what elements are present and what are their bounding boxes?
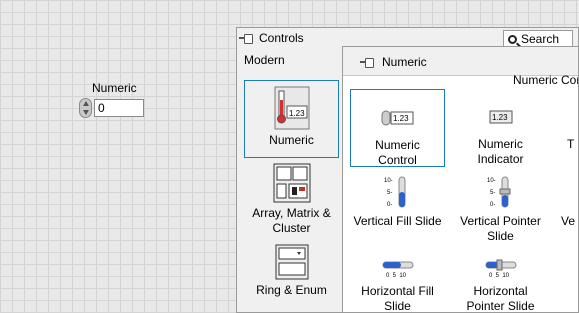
controls-palette-title: Controls bbox=[239, 31, 304, 45]
palette-item-array-matrix-cluster[interactable]: Array, Matrix & Cluster bbox=[244, 163, 339, 236]
svg-text:0 5 10: 0 5 10 bbox=[489, 273, 510, 279]
controls-title-text: Controls bbox=[259, 31, 304, 45]
palette-item-ring-label: Ring & Enum bbox=[256, 283, 327, 297]
palette-item-numeric-label: Numeric bbox=[269, 133, 314, 147]
palette-item-vertical-pointer-slide[interactable]: 10- 5- 0- Vertical Pointer Slide bbox=[453, 175, 548, 244]
search-label: Search bbox=[521, 32, 560, 46]
svg-text:1.23: 1.23 bbox=[492, 113, 508, 122]
svg-text:1.23: 1.23 bbox=[393, 114, 409, 123]
svg-text:5-: 5- bbox=[387, 190, 392, 196]
increment-arrow-icon[interactable] bbox=[83, 101, 89, 106]
vertical-pointer-slide-label: Vertical Pointer Slide bbox=[460, 214, 541, 243]
horizontal-fill-slide-icon: 0 5 10 bbox=[382, 261, 413, 279]
horizontal-pointer-slide-icon: 0 5 10 bbox=[485, 259, 516, 279]
numeric-subpalette-title-text: Numeric bbox=[382, 55, 427, 69]
numeric-indicator-icon: 1.23 bbox=[489, 110, 512, 124]
palette-item-horizontal-fill-slide[interactable]: 0 5 10 Horizontal Fill Slide bbox=[350, 259, 445, 313]
palette-item-numeric[interactable]: 1.23 Numeric bbox=[244, 80, 339, 158]
numeric-subpalette: Numeric Numeric Cor 1.23 Numeric Control… bbox=[342, 46, 579, 313]
pin-icon[interactable] bbox=[360, 57, 374, 68]
vertical-pointer-slide-icon: 10- 5- 0- bbox=[487, 176, 510, 208]
numeric-indicator-label: Numeric Indicator bbox=[477, 137, 524, 166]
svg-text:0 5 10: 0 5 10 bbox=[386, 273, 407, 279]
palette-item-numeric-control[interactable]: 1.23 Numeric Control bbox=[350, 89, 445, 167]
numeric-subpalette-title: Numeric bbox=[360, 55, 427, 69]
numeric-control-label: Numeric Control bbox=[375, 138, 420, 167]
pin-icon[interactable] bbox=[239, 33, 253, 44]
vertical-fill-slide-icon: 10- 5- 0- bbox=[384, 176, 405, 208]
numeric-control-icon: 1.23 bbox=[381, 110, 413, 126]
numeric-value-field[interactable]: 0 bbox=[94, 99, 144, 117]
search-icon bbox=[508, 34, 517, 44]
increment-decrement-buttons[interactable] bbox=[79, 98, 92, 118]
svg-text:0-: 0- bbox=[387, 202, 392, 208]
svg-text:5-: 5- bbox=[490, 190, 495, 196]
palette-item-partial-t[interactable]: T bbox=[567, 137, 578, 152]
front-panel-numeric-control[interactable]: 0 bbox=[79, 96, 145, 120]
palette-item-horizontal-pointer-slide[interactable]: 0 5 10 Horizontal Pointer Slide bbox=[453, 259, 548, 313]
numeric-subpalette-subheader: Numeric Cor bbox=[513, 73, 579, 87]
svg-text:1.23: 1.23 bbox=[289, 109, 305, 118]
front-panel-numeric-label: Numeric bbox=[92, 81, 137, 95]
ring-enum-icon bbox=[275, 244, 308, 280]
numeric-palette-icon: 1.23 bbox=[274, 86, 309, 130]
palette-item-array-label: Array, Matrix & Cluster bbox=[252, 206, 331, 235]
svg-text:0-: 0- bbox=[490, 202, 495, 208]
horizontal-fill-slide-label: Horizontal Fill Slide bbox=[361, 284, 434, 313]
palette-item-partial-ve[interactable]: Ve bbox=[561, 214, 578, 229]
palette-item-ring-enum[interactable]: Ring & Enum bbox=[244, 244, 339, 298]
decrement-arrow-icon[interactable] bbox=[83, 110, 89, 115]
palette-item-vertical-fill-slide[interactable]: 10- 5- 0- Vertical Fill Slide bbox=[350, 175, 445, 229]
svg-text:10-: 10- bbox=[487, 178, 496, 184]
palette-category-modern: Modern bbox=[244, 53, 285, 67]
vertical-fill-slide-label: Vertical Fill Slide bbox=[353, 214, 442, 228]
horizontal-pointer-slide-label: Horizontal Pointer Slide bbox=[466, 284, 535, 313]
svg-text:10-: 10- bbox=[384, 178, 393, 184]
array-matrix-cluster-icon bbox=[273, 163, 310, 203]
palette-item-numeric-indicator[interactable]: 1.23 Numeric Indicator bbox=[453, 89, 548, 167]
